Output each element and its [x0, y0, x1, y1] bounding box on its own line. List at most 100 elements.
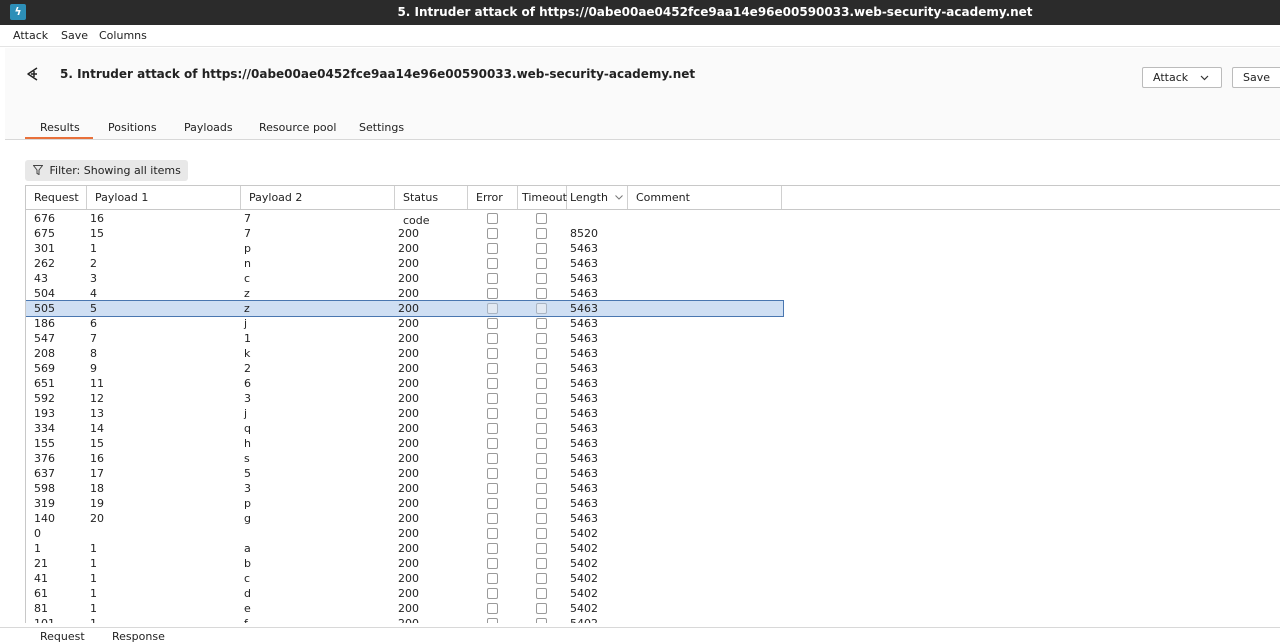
cell-payload-2: 1	[244, 332, 251, 345]
table-row[interactable]: 376 16 s 200 5463	[26, 451, 783, 466]
cell-length: 5463	[570, 362, 598, 375]
table-row[interactable]: 155 15 h 200 5463	[26, 436, 783, 451]
cell-payload-1: 15	[90, 227, 104, 240]
col-comment[interactable]: Comment	[628, 186, 782, 209]
cell-status-code: 200	[398, 542, 419, 555]
cell-payload-1: 15	[90, 437, 104, 450]
cell-status-code: 200	[398, 392, 419, 405]
cell-request: 505	[34, 302, 55, 315]
table-row[interactable]: 547 7 1 200 5463	[26, 331, 783, 346]
table-row[interactable]: 140 20 g 200 5463	[26, 511, 783, 526]
cell-payload-2: p	[244, 497, 251, 510]
cell-status-code: 200	[398, 347, 419, 360]
cell-request: 101	[26, 616, 55, 623]
menu-columns[interactable]: Columns	[99, 25, 147, 46]
error-checkbox	[487, 423, 498, 434]
cell-length: 8520	[570, 227, 598, 240]
table-row[interactable]: 21 1 b 200 5402	[26, 556, 783, 571]
table-row[interactable]: 504 4 z 200 5463	[26, 286, 783, 301]
cell-length: 5463	[570, 272, 598, 285]
col-error[interactable]: Error	[468, 186, 518, 209]
table-row[interactable]: 61 1 d 200 5402	[26, 586, 783, 601]
table-row[interactable]: 637 17 5 200 5463	[26, 466, 783, 481]
tab-positions[interactable]: Positions	[108, 116, 157, 139]
filter-button[interactable]: Filter: Showing all items	[25, 160, 188, 181]
tab-settings[interactable]: Settings	[359, 116, 404, 139]
cell-payload-2: 7	[244, 212, 251, 225]
tab-response[interactable]: Response	[112, 631, 165, 643]
timeout-checkbox	[536, 618, 547, 623]
tab-results[interactable]: Results	[25, 116, 93, 139]
table-row[interactable]: 193 13 j 200 5463	[26, 406, 783, 421]
table-row[interactable]: 262 2 n 200 5463	[26, 256, 783, 271]
timeout-checkbox	[536, 213, 547, 224]
error-checkbox	[487, 528, 498, 539]
col-status-code[interactable]: Status code	[395, 186, 468, 227]
cell-request: 637	[34, 467, 55, 480]
error-checkbox	[487, 378, 498, 389]
menu-save[interactable]: Save	[61, 25, 88, 46]
sort-descending-icon	[615, 195, 624, 200]
attack-dropdown-button[interactable]: Attack	[1142, 67, 1222, 88]
cell-payload-1: 1	[82, 616, 97, 623]
cell-status-code: 200	[398, 557, 419, 570]
tab-request[interactable]: Request	[40, 631, 85, 643]
cell-request: 43	[34, 272, 48, 285]
cell-payload-2: z	[244, 287, 250, 300]
table-row[interactable]: 651 11 6 200 5463	[26, 376, 783, 391]
cell-payload-1: 12	[90, 392, 104, 405]
col-request[interactable]: Request	[26, 186, 87, 209]
cell-payload-1: 9	[90, 362, 97, 375]
table-row[interactable]: 41 1 c 200 5402	[26, 571, 783, 586]
cell-request: 21	[34, 557, 48, 570]
col-timeout[interactable]: Timeout	[518, 186, 567, 209]
cell-request: 569	[34, 362, 55, 375]
table-row[interactable]: 675 15 7 200 8520	[26, 226, 783, 241]
cell-length: 5463	[570, 467, 598, 480]
table-row[interactable]: 208 8 k 200 5463	[26, 346, 783, 361]
timeout-checkbox	[536, 228, 547, 239]
error-checkbox	[487, 483, 498, 494]
cell-status-code: 200	[398, 407, 419, 420]
cell-payload-1: 16	[90, 212, 104, 225]
cell-request: 140	[34, 512, 55, 525]
table-row[interactable]: 598 18 3 200 5463	[26, 481, 783, 496]
timeout-checkbox	[536, 333, 547, 344]
cell-length: 5402	[570, 557, 598, 570]
timeout-checkbox	[536, 573, 547, 584]
menu-attack[interactable]: Attack	[13, 25, 48, 46]
cell-payload-2: 3	[244, 482, 251, 495]
col-payload-2[interactable]: Payload 2	[241, 186, 395, 209]
table-row[interactable]: 301 1 p 200 5463	[26, 241, 783, 256]
error-checkbox	[487, 348, 498, 359]
cell-length: 5463	[570, 347, 598, 360]
table-row[interactable]: 101 1 f 200 5402	[26, 616, 783, 623]
table-row[interactable]: 505 5 z 200 5463	[26, 300, 784, 317]
col-length[interactable]: Length	[567, 186, 628, 209]
table-row[interactable]: 1 1 a 200 5402	[26, 541, 783, 556]
cell-length: 5402	[570, 572, 598, 585]
table-row[interactable]: 319 19 p 200 5463	[26, 496, 783, 511]
cell-length: 5463	[570, 242, 598, 255]
table-row[interactable]: 569 9 2 200 5463	[26, 361, 783, 376]
save-dropdown-button[interactable]: Save	[1232, 67, 1280, 88]
cell-payload-1: 1	[90, 242, 97, 255]
cell-payload-2: h	[244, 437, 251, 450]
timeout-checkbox	[536, 393, 547, 404]
timeout-checkbox	[536, 288, 547, 299]
table-row[interactable]: 0 200 5402	[26, 526, 783, 541]
cell-payload-1: 16	[90, 452, 104, 465]
timeout-checkbox	[536, 273, 547, 284]
cell-payload-2: j	[244, 407, 248, 420]
tab-payloads[interactable]: Payloads	[184, 116, 233, 139]
tab-resource-pool[interactable]: Resource pool	[259, 116, 336, 139]
table-row[interactable]: 43 3 c 200 5463	[26, 271, 783, 286]
table-row[interactable]: 81 1 e 200 5402	[26, 601, 783, 616]
timeout-checkbox	[536, 513, 547, 524]
table-row[interactable]: 592 12 3 200 5463	[26, 391, 783, 406]
table-row[interactable]: 676 16 7	[26, 211, 783, 226]
table-row[interactable]: 334 14 q 200 5463	[26, 421, 783, 436]
table-row[interactable]: 186 6 j 200 5463	[26, 316, 783, 331]
cell-length: 5463	[570, 512, 598, 525]
col-payload-1[interactable]: Payload 1	[87, 186, 241, 209]
